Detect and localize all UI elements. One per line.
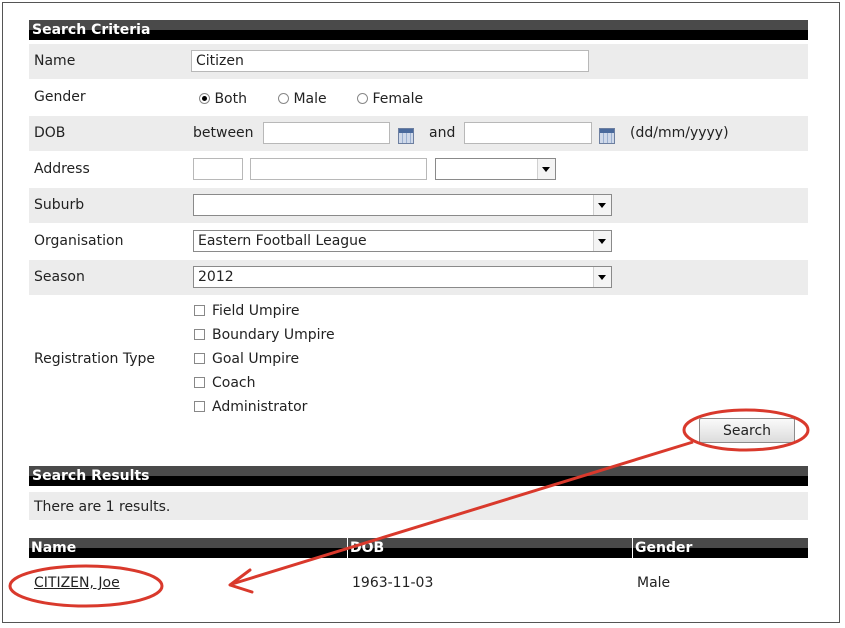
- goal-umpire-checkbox[interactable]: Goal Umpire: [194, 351, 299, 367]
- goal-umpire-label: Goal Umpire: [212, 351, 300, 367]
- dob-and-label: and: [429, 125, 456, 141]
- season-row: Season 2012: [29, 260, 808, 295]
- dob-from-field[interactable]: [263, 122, 390, 144]
- dob-between-label: between: [193, 125, 254, 141]
- column-header-dob[interactable]: DOB: [348, 538, 632, 558]
- search-button[interactable]: Search: [699, 418, 795, 443]
- suburb-label: Suburb: [34, 197, 85, 213]
- gender-row: Gender Both Male Female: [29, 80, 808, 115]
- name-label: Name: [34, 53, 76, 69]
- boundary-umpire-label: Boundary Umpire: [212, 327, 335, 343]
- season-label: Season: [34, 269, 85, 285]
- organisation-row: Organisation Eastern Football League: [29, 224, 808, 259]
- search-results-header: Search Results: [29, 466, 808, 486]
- organisation-label: Organisation: [34, 233, 124, 249]
- search-criteria-header: Search Criteria: [29, 20, 808, 40]
- coach-checkbox[interactable]: Coach: [194, 375, 256, 391]
- gender-both-label: Both: [214, 91, 247, 107]
- gender-both-radio[interactable]: Both: [199, 91, 247, 107]
- result-gender: Male: [637, 575, 671, 591]
- search-criteria-title: Search Criteria: [32, 22, 151, 38]
- results-count-row: There are 1 results.: [29, 492, 808, 520]
- dob-to-field[interactable]: [464, 122, 592, 144]
- calendar-icon[interactable]: [599, 128, 615, 144]
- name-row: Name: [29, 44, 808, 79]
- address-street-type-select[interactable]: [435, 158, 556, 180]
- address-number-field[interactable]: [193, 158, 243, 180]
- calendar-icon[interactable]: [398, 128, 414, 144]
- radio-icon: [357, 93, 368, 104]
- chevron-down-icon[interactable]: [593, 231, 611, 251]
- dob-row: DOB between and (dd/mm/yyyy): [29, 116, 808, 151]
- boundary-umpire-checkbox[interactable]: Boundary Umpire: [194, 327, 335, 343]
- results-count-text: There are 1 results.: [34, 499, 171, 515]
- gender-female-label: Female: [372, 91, 424, 107]
- organisation-value: Eastern Football League: [198, 233, 367, 249]
- dob-label: DOB: [34, 125, 66, 141]
- radio-icon: [278, 93, 289, 104]
- chevron-down-icon[interactable]: [537, 159, 555, 179]
- name-field[interactable]: [191, 50, 589, 72]
- field-umpire-label: Field Umpire: [212, 303, 300, 319]
- organisation-select[interactable]: Eastern Football League: [193, 230, 612, 252]
- checkbox-icon: [194, 377, 205, 388]
- suburb-row: Suburb: [29, 188, 808, 223]
- suburb-select[interactable]: [193, 194, 612, 216]
- chevron-down-icon[interactable]: [593, 267, 611, 287]
- column-header-name[interactable]: Name: [29, 538, 347, 558]
- administrator-label: Administrator: [212, 399, 308, 415]
- gender-male-label: Male: [293, 91, 327, 107]
- chevron-down-icon[interactable]: [593, 195, 611, 215]
- season-select[interactable]: 2012: [193, 266, 612, 288]
- result-dob: 1963-11-03: [352, 575, 434, 591]
- gender-label: Gender: [34, 89, 86, 105]
- coach-label: Coach: [212, 375, 256, 391]
- administrator-checkbox[interactable]: Administrator: [194, 399, 307, 415]
- address-label: Address: [34, 161, 90, 177]
- address-street-field[interactable]: [250, 158, 427, 180]
- checkbox-icon: [194, 305, 205, 316]
- column-header-gender[interactable]: Gender: [633, 538, 808, 558]
- checkbox-icon: [194, 353, 205, 364]
- search-results-title: Search Results: [32, 468, 150, 484]
- registration-type-label: Registration Type: [34, 351, 156, 367]
- radio-selected-icon: [199, 93, 210, 104]
- gender-female-radio[interactable]: Female: [357, 91, 423, 107]
- gender-male-radio[interactable]: Male: [278, 91, 327, 107]
- dob-format-hint: (dd/mm/yyyy): [630, 125, 729, 141]
- checkbox-icon: [194, 329, 205, 340]
- result-name-link[interactable]: CITIZEN, Joe: [34, 575, 120, 591]
- field-umpire-checkbox[interactable]: Field Umpire: [194, 303, 300, 319]
- season-value: 2012: [198, 269, 234, 285]
- checkbox-icon: [194, 401, 205, 412]
- address-row: Address: [29, 152, 808, 187]
